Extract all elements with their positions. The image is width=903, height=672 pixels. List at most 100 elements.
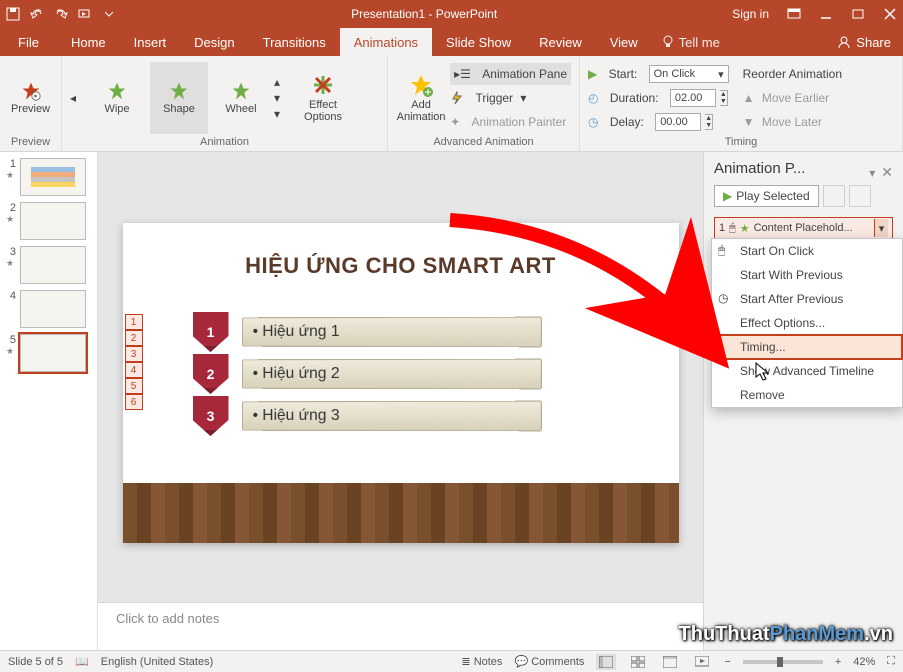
tab-review[interactable]: Review xyxy=(525,28,596,56)
slide-canvas[interactable]: HIỆU ỨNG CHO SMART ART 1 2 3 4 5 6 1• Hi… xyxy=(123,223,679,543)
slide-thumbnails: 1★ 2★ 3★ 4 5★ xyxy=(0,152,98,650)
painter-icon: ✦ xyxy=(450,115,460,129)
smartart[interactable]: 1 2 3 4 5 6 1• Hiệu ứng 1 2• Hiệu ứng 2 … xyxy=(193,311,539,437)
zoom-out[interactable]: − xyxy=(724,656,730,668)
entry-dropdown[interactable]: ▾ xyxy=(874,219,888,237)
thumb-3[interactable]: 3★ xyxy=(6,246,97,284)
duration-icon: ◴ xyxy=(588,91,598,105)
slideshow-view-icon[interactable] xyxy=(692,654,712,670)
ribbon-display-icon[interactable] xyxy=(787,7,801,21)
move-later-button[interactable]: ▼ Move Later xyxy=(743,111,842,133)
tab-transitions[interactable]: Transitions xyxy=(249,28,340,56)
gallery-down[interactable]: ▾ xyxy=(274,91,290,105)
status-bar: Slide 5 of 5 📖 English (United States) ≣… xyxy=(0,650,903,672)
tab-animations[interactable]: Animations xyxy=(340,28,432,56)
animation-pane-button[interactable]: ▸☰ Animation Pane xyxy=(450,63,571,85)
save-icon[interactable] xyxy=(6,7,20,21)
group-timing: Timing xyxy=(588,136,894,151)
tab-file[interactable]: File xyxy=(0,28,57,56)
start-dropdown[interactable]: On Click▾ xyxy=(649,65,729,83)
language-indicator[interactable]: English (United States) xyxy=(101,656,214,668)
group-animation: Animation xyxy=(70,136,379,151)
thumb-2[interactable]: 2★ xyxy=(6,202,97,240)
sign-in-link[interactable]: Sign in xyxy=(732,7,769,21)
ctx-remove[interactable]: Remove xyxy=(712,383,902,407)
normal-view-icon[interactable] xyxy=(596,654,616,670)
tell-me[interactable]: Tell me xyxy=(652,28,730,56)
play-selected-button[interactable]: ▶Play Selected xyxy=(714,185,819,207)
redo-icon[interactable] xyxy=(54,7,68,21)
delay-icon: ◷ xyxy=(588,115,598,129)
ctx-effect-options[interactable]: Effect Options... xyxy=(712,311,902,335)
tab-design[interactable]: Design xyxy=(180,28,248,56)
add-animation-button[interactable]: Add Animation xyxy=(396,62,446,134)
reorder-label: Reorder Animation xyxy=(743,63,842,85)
duration-input[interactable]: 02.00 xyxy=(670,89,716,107)
ribbon-tabs: File Home Insert Design Transitions Anim… xyxy=(0,28,903,56)
minimize-icon[interactable] xyxy=(819,7,833,21)
wood-floor xyxy=(123,483,679,543)
tab-home[interactable]: Home xyxy=(57,28,120,56)
comments-toggle[interactable]: 💬 Comments xyxy=(514,655,584,668)
gallery-more[interactable]: ▾ xyxy=(274,107,290,121)
fit-to-window-icon[interactable]: ⛶ xyxy=(887,655,895,668)
thumb-4[interactable]: 4 xyxy=(6,290,97,328)
ctx-advanced-timeline[interactable]: Show Advanced Timeline xyxy=(712,359,902,383)
effect-options-button[interactable]: Effect Options xyxy=(294,62,352,134)
thumb-5[interactable]: 5★ xyxy=(6,334,97,372)
apane-title: Animation P... xyxy=(714,160,805,177)
anim-shape[interactable]: Shape xyxy=(150,62,208,134)
spell-check-icon[interactable]: 📖 xyxy=(75,655,89,668)
clock-icon: ◷ xyxy=(718,291,732,305)
zoom-level[interactable]: 42% xyxy=(853,656,875,668)
context-menu: 🖱Start On Click Start With Previous ◷Sta… xyxy=(711,238,903,408)
close-icon[interactable] xyxy=(883,7,897,21)
window-title: Presentation1 - PowerPoint xyxy=(116,7,732,21)
trigger-button[interactable]: Trigger ▾ xyxy=(450,87,571,109)
share-button[interactable]: Share xyxy=(825,28,903,56)
ctx-start-after[interactable]: ◷Start After Previous xyxy=(712,287,902,311)
sorter-view-icon[interactable] xyxy=(628,654,648,670)
start-from-beginning-icon[interactable] xyxy=(78,7,92,21)
apane-close-icon[interactable]: ✕ xyxy=(881,164,893,181)
preview-button[interactable]: Preview xyxy=(8,62,53,134)
move-down-button[interactable] xyxy=(849,185,871,207)
anim-wipe[interactable]: Wipe xyxy=(88,62,146,134)
zoom-in[interactable]: + xyxy=(835,656,841,668)
move-earlier-button[interactable]: ▲ Move Earlier xyxy=(743,87,842,109)
animation-pane: Animation P... ▾ ✕ ▶Play Selected 1 🖱 ★ … xyxy=(703,152,903,650)
bulb-icon xyxy=(662,35,674,49)
thumb-1[interactable]: 1★ xyxy=(6,158,97,196)
reading-view-icon[interactable] xyxy=(660,654,680,670)
trigger-icon xyxy=(450,91,464,105)
move-up-button[interactable] xyxy=(823,185,845,207)
ctx-timing[interactable]: Timing... xyxy=(712,335,902,359)
start-play-icon: ▶ xyxy=(588,67,597,81)
notes-toggle[interactable]: ≣ Notes xyxy=(461,655,502,668)
apane-options-icon[interactable]: ▾ xyxy=(869,166,875,180)
tab-insert[interactable]: Insert xyxy=(120,28,181,56)
ctx-start-with[interactable]: Start With Previous xyxy=(712,263,902,287)
share-icon xyxy=(837,35,851,49)
pane-icon: ▸☰ xyxy=(454,67,471,81)
notes-pane[interactable]: Click to add notes xyxy=(98,602,703,650)
animation-painter-button[interactable]: ✦ Animation Painter xyxy=(450,111,571,133)
tab-view[interactable]: View xyxy=(596,28,652,56)
delay-input[interactable]: 00.00 xyxy=(655,113,701,131)
group-advanced: Advanced Animation xyxy=(396,136,571,151)
mouse-icon: 🖱 xyxy=(718,243,732,257)
gallery-up[interactable]: ▴ xyxy=(274,75,290,89)
tab-slideshow[interactable]: Slide Show xyxy=(432,28,525,56)
slide-title: HIỆU ỨNG CHO SMART ART xyxy=(123,253,679,279)
ribbon: Preview Preview ◂ Wipe Shape Wheel ▴ ▾ ▾… xyxy=(0,56,903,152)
title-bar: Presentation1 - PowerPoint Sign in xyxy=(0,0,903,28)
undo-icon[interactable] xyxy=(30,7,44,21)
anim-wheel[interactable]: Wheel xyxy=(212,62,270,134)
maximize-icon[interactable] xyxy=(851,7,865,21)
zoom-slider[interactable] xyxy=(743,660,823,664)
animation-entry[interactable]: 1 🖱 ★ Content Placehold... ▾ xyxy=(714,217,893,239)
slide-indicator[interactable]: Slide 5 of 5 xyxy=(8,656,63,668)
gallery-prev[interactable]: ◂ xyxy=(70,91,84,105)
ctx-start-on-click[interactable]: 🖱Start On Click xyxy=(712,239,902,263)
qat-more-icon[interactable] xyxy=(102,7,116,21)
